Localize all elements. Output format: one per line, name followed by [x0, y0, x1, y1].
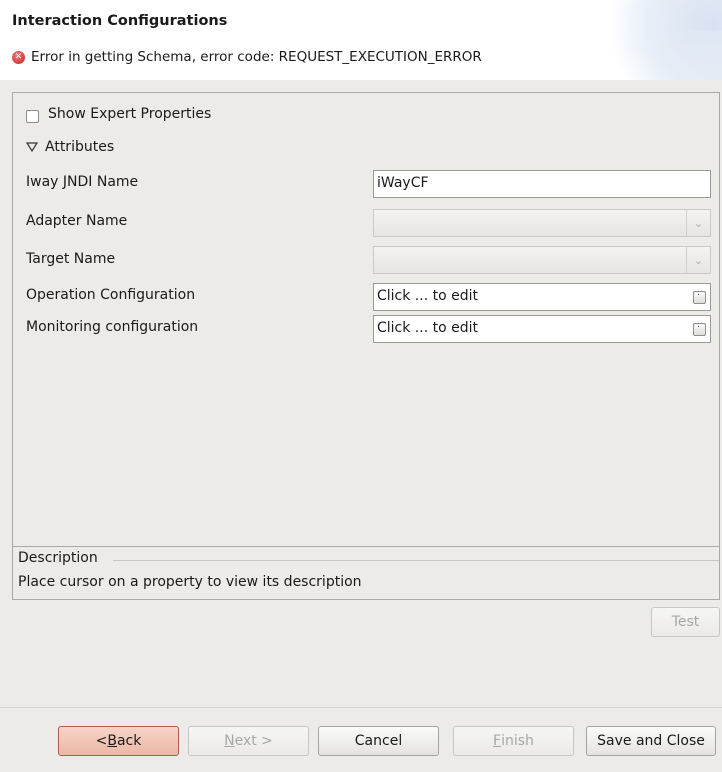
description-text: Place cursor on a property to view its d…: [18, 574, 362, 590]
property-label-adapter-name: Adapter Name: [26, 213, 128, 229]
operation-config-value: Click ... to edit: [377, 288, 478, 304]
next-button-mnemonic: N: [224, 733, 235, 749]
monitoring-config-value: Click ... to edit: [377, 320, 478, 336]
operation-config-field[interactable]: Click ... to edit: [373, 283, 711, 311]
properties-panel: Show Expert Properties Attributes Iway J…: [12, 92, 720, 547]
finish-button[interactable]: Finish: [453, 726, 574, 756]
next-button-rest: ext >: [234, 733, 273, 749]
description-divider: [113, 560, 719, 561]
property-label-operation-config: Operation Configuration: [26, 287, 196, 303]
back-button[interactable]: < Back: [58, 726, 179, 756]
edit-dialog-button[interactable]: [693, 320, 706, 336]
error-icon: ✕: [12, 50, 25, 64]
finish-button-mnemonic: F: [493, 733, 502, 749]
adapter-name-combo: ⌄: [373, 209, 711, 237]
triangle-down-icon: [26, 142, 38, 153]
description-title: Description: [18, 550, 102, 566]
wizard-header: Interaction Configurations ✕ Error in ge…: [0, 0, 722, 80]
page-title: Interaction Configurations: [12, 13, 228, 29]
attributes-label: Attributes: [45, 139, 115, 155]
property-label-jndi-name: Iway JNDI Name: [26, 174, 139, 190]
attributes-toggle[interactable]: Attributes: [26, 139, 114, 155]
test-button[interactable]: Test: [651, 607, 720, 637]
error-message-row: ✕ Error in getting Schema, error code: R…: [12, 49, 482, 65]
show-expert-checkbox[interactable]: [26, 110, 39, 123]
back-button-mnemonic: B: [107, 733, 117, 749]
button-bar-divider: [0, 707, 722, 708]
chevron-down-icon: ⌄: [686, 210, 710, 236]
description-section: Description Place cursor on a property t…: [12, 547, 720, 600]
monitoring-config-field[interactable]: Click ... to edit: [373, 315, 711, 343]
error-message: Error in getting Schema, error code: REQ…: [31, 49, 482, 65]
back-button-prefix: <: [95, 733, 108, 749]
save-and-close-button[interactable]: Save and Close: [586, 726, 716, 756]
target-name-combo: ⌄: [373, 246, 711, 274]
chevron-down-icon: ⌄: [686, 247, 710, 273]
next-button[interactable]: Next >: [188, 726, 309, 756]
edit-dialog-button[interactable]: [693, 288, 706, 304]
finish-button-rest: inish: [501, 733, 534, 749]
property-label-target-name: Target Name: [26, 251, 116, 267]
back-button-rest: ack: [116, 733, 142, 749]
cancel-button[interactable]: Cancel: [318, 726, 439, 756]
jndi-name-field[interactable]: iWayCF: [373, 170, 711, 198]
property-label-monitoring-config: Monitoring configuration: [26, 319, 199, 335]
show-expert-label[interactable]: Show Expert Properties: [48, 106, 211, 122]
